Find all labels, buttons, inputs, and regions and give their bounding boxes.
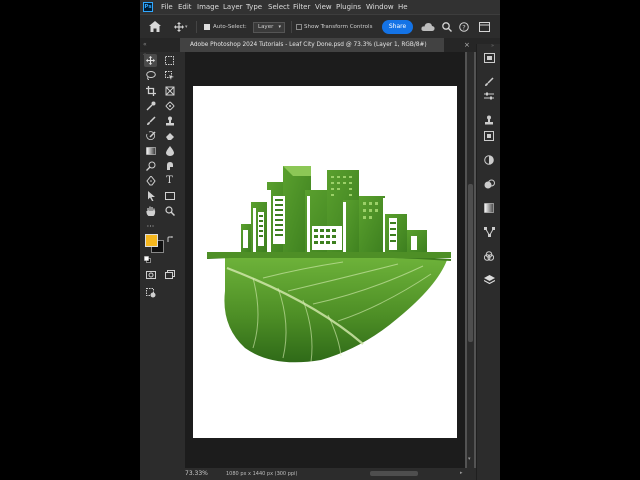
- menu-select[interactable]: Select: [268, 3, 290, 11]
- transform-controls-label: Show Transform Controls: [304, 24, 373, 30]
- scroll-down-icon[interactable]: ▾: [468, 456, 471, 462]
- leaf-city-artwork: [206, 166, 452, 363]
- adjustments-sliders-icon[interactable]: [483, 90, 495, 102]
- city-buildings: [241, 166, 427, 252]
- separator: [291, 21, 292, 33]
- vertical-scrollbar[interactable]: ▾: [467, 52, 474, 468]
- menu-file[interactable]: File: [161, 3, 173, 11]
- dodge-tool-icon[interactable]: [144, 159, 157, 172]
- menu-plugins[interactable]: Plugins: [336, 3, 361, 11]
- menu-type[interactable]: Type: [246, 3, 262, 11]
- move-tool-icon[interactable]: [174, 22, 184, 32]
- expand-icon[interactable]: »: [491, 43, 494, 49]
- layer-select-dropdown[interactable]: Layer ▾: [253, 22, 285, 33]
- canvas-area[interactable]: [185, 52, 465, 468]
- move-tool-icon[interactable]: [144, 54, 157, 67]
- type-tool-icon[interactable]: T: [163, 174, 176, 187]
- eyedropper-tool-icon[interactable]: [144, 99, 157, 112]
- menu-view[interactable]: View: [315, 3, 332, 11]
- chevron-right-icon[interactable]: ›: [279, 471, 281, 477]
- vertical-scroll-thumb[interactable]: [468, 184, 473, 342]
- help-icon[interactable]: ?: [459, 22, 469, 32]
- cloud-icon[interactable]: [421, 22, 435, 32]
- status-bar: 73.33% 1080 px x 1440 px (300 ppi) › ▸: [140, 468, 476, 480]
- paths-icon[interactable]: [483, 226, 495, 238]
- auto-select-checkbox[interactable]: [204, 24, 210, 30]
- workspace-icon[interactable]: [479, 22, 490, 32]
- document-tab-title: Adobe Photoshop 2024 Tutorials - Leaf Ci…: [190, 42, 427, 48]
- gradients-icon[interactable]: [483, 202, 495, 214]
- swap-colors-icon[interactable]: [167, 236, 174, 243]
- lasso-tool-icon[interactable]: [144, 69, 157, 82]
- layers-icon[interactable]: [483, 274, 495, 286]
- quick-mask-icon[interactable]: [144, 268, 157, 281]
- blur-tool-icon[interactable]: [163, 144, 176, 157]
- gradient-tool-icon[interactable]: [144, 144, 157, 157]
- channels-icon[interactable]: [483, 250, 495, 262]
- more-tools-icon[interactable]: ···: [144, 220, 157, 233]
- clone-source-icon[interactable]: [483, 114, 495, 126]
- chevron-down-icon[interactable]: ▾: [185, 24, 188, 30]
- zoom-level[interactable]: 73.33%: [185, 470, 208, 477]
- menu-layer[interactable]: Layer: [223, 3, 243, 11]
- chevron-down-icon: ▾: [278, 24, 281, 30]
- separator: [196, 21, 197, 33]
- history-brush-tool-icon[interactable]: [144, 129, 157, 142]
- collapse-icon[interactable]: «: [143, 41, 147, 48]
- photoshop-logo: Ps: [143, 2, 153, 12]
- tools-panel: «: [140, 52, 185, 472]
- menu-edit[interactable]: Edit: [178, 3, 192, 11]
- document-canvas[interactable]: [193, 86, 457, 438]
- color-icon[interactable]: [483, 154, 495, 166]
- menu-image[interactable]: Image: [197, 3, 219, 11]
- pen-tool-icon[interactable]: [144, 174, 157, 187]
- smudge-tool-icon[interactable]: [163, 159, 176, 172]
- hand-tool-icon[interactable]: [144, 204, 157, 217]
- search-icon[interactable]: [442, 22, 452, 32]
- brush-tool-icon[interactable]: [144, 114, 157, 127]
- path-selection-tool-icon[interactable]: [144, 189, 157, 202]
- layer-select-value: Layer: [258, 24, 274, 30]
- menu-help[interactable]: He: [398, 3, 408, 11]
- object-selection-tool-icon[interactable]: [163, 69, 176, 82]
- home-icon[interactable]: [149, 21, 161, 32]
- zoom-tool-icon[interactable]: [163, 204, 176, 217]
- edit-toolbar-icon[interactable]: [144, 286, 157, 299]
- eraser-tool-icon[interactable]: [163, 129, 176, 142]
- options-bar: ▾ Auto-Select: Layer ▾ Show Transform Co…: [140, 14, 500, 40]
- svg-text:?: ?: [462, 24, 465, 32]
- brush-settings-icon[interactable]: [483, 76, 495, 88]
- auto-select-label: Auto-Select:: [213, 24, 247, 30]
- horizontal-scroll-thumb[interactable]: [370, 471, 418, 476]
- rectangle-tool-icon[interactable]: [163, 189, 176, 202]
- document-tab-bar: « Adobe Photoshop 2024 Tutorials - Leaf …: [140, 38, 500, 52]
- swatches-icon[interactable]: [483, 178, 495, 190]
- crop-tool-icon[interactable]: [144, 84, 157, 97]
- history-icon[interactable]: [483, 130, 495, 142]
- menu-window[interactable]: Window: [366, 3, 394, 11]
- healing-brush-tool-icon[interactable]: [163, 99, 176, 112]
- scroll-right-icon[interactable]: ▸: [460, 470, 463, 476]
- clone-stamp-tool-icon[interactable]: [163, 114, 176, 127]
- frame-tool-icon[interactable]: [163, 84, 176, 97]
- menu-filter[interactable]: Filter: [293, 3, 310, 11]
- marquee-tool-icon[interactable]: [163, 54, 176, 67]
- document-info[interactable]: 1080 px x 1440 px (300 ppi): [226, 471, 297, 477]
- screen-mode-icon[interactable]: [163, 268, 176, 281]
- menu-bar: Ps File Edit Image Layer Type Select Fil…: [140, 0, 500, 14]
- close-tab-icon[interactable]: ×: [464, 41, 470, 49]
- default-colors-icon[interactable]: [144, 256, 151, 263]
- photoshop-window: Ps File Edit Image Layer Type Select Fil…: [140, 0, 500, 480]
- panel-dock: »: [476, 43, 500, 480]
- share-button[interactable]: Share: [382, 20, 413, 34]
- transform-controls-checkbox[interactable]: [296, 24, 302, 30]
- foreground-color-swatch[interactable]: [145, 234, 158, 247]
- navigator-icon[interactable]: [483, 52, 495, 64]
- document-tab[interactable]: Adobe Photoshop 2024 Tutorials - Leaf Ci…: [180, 38, 444, 52]
